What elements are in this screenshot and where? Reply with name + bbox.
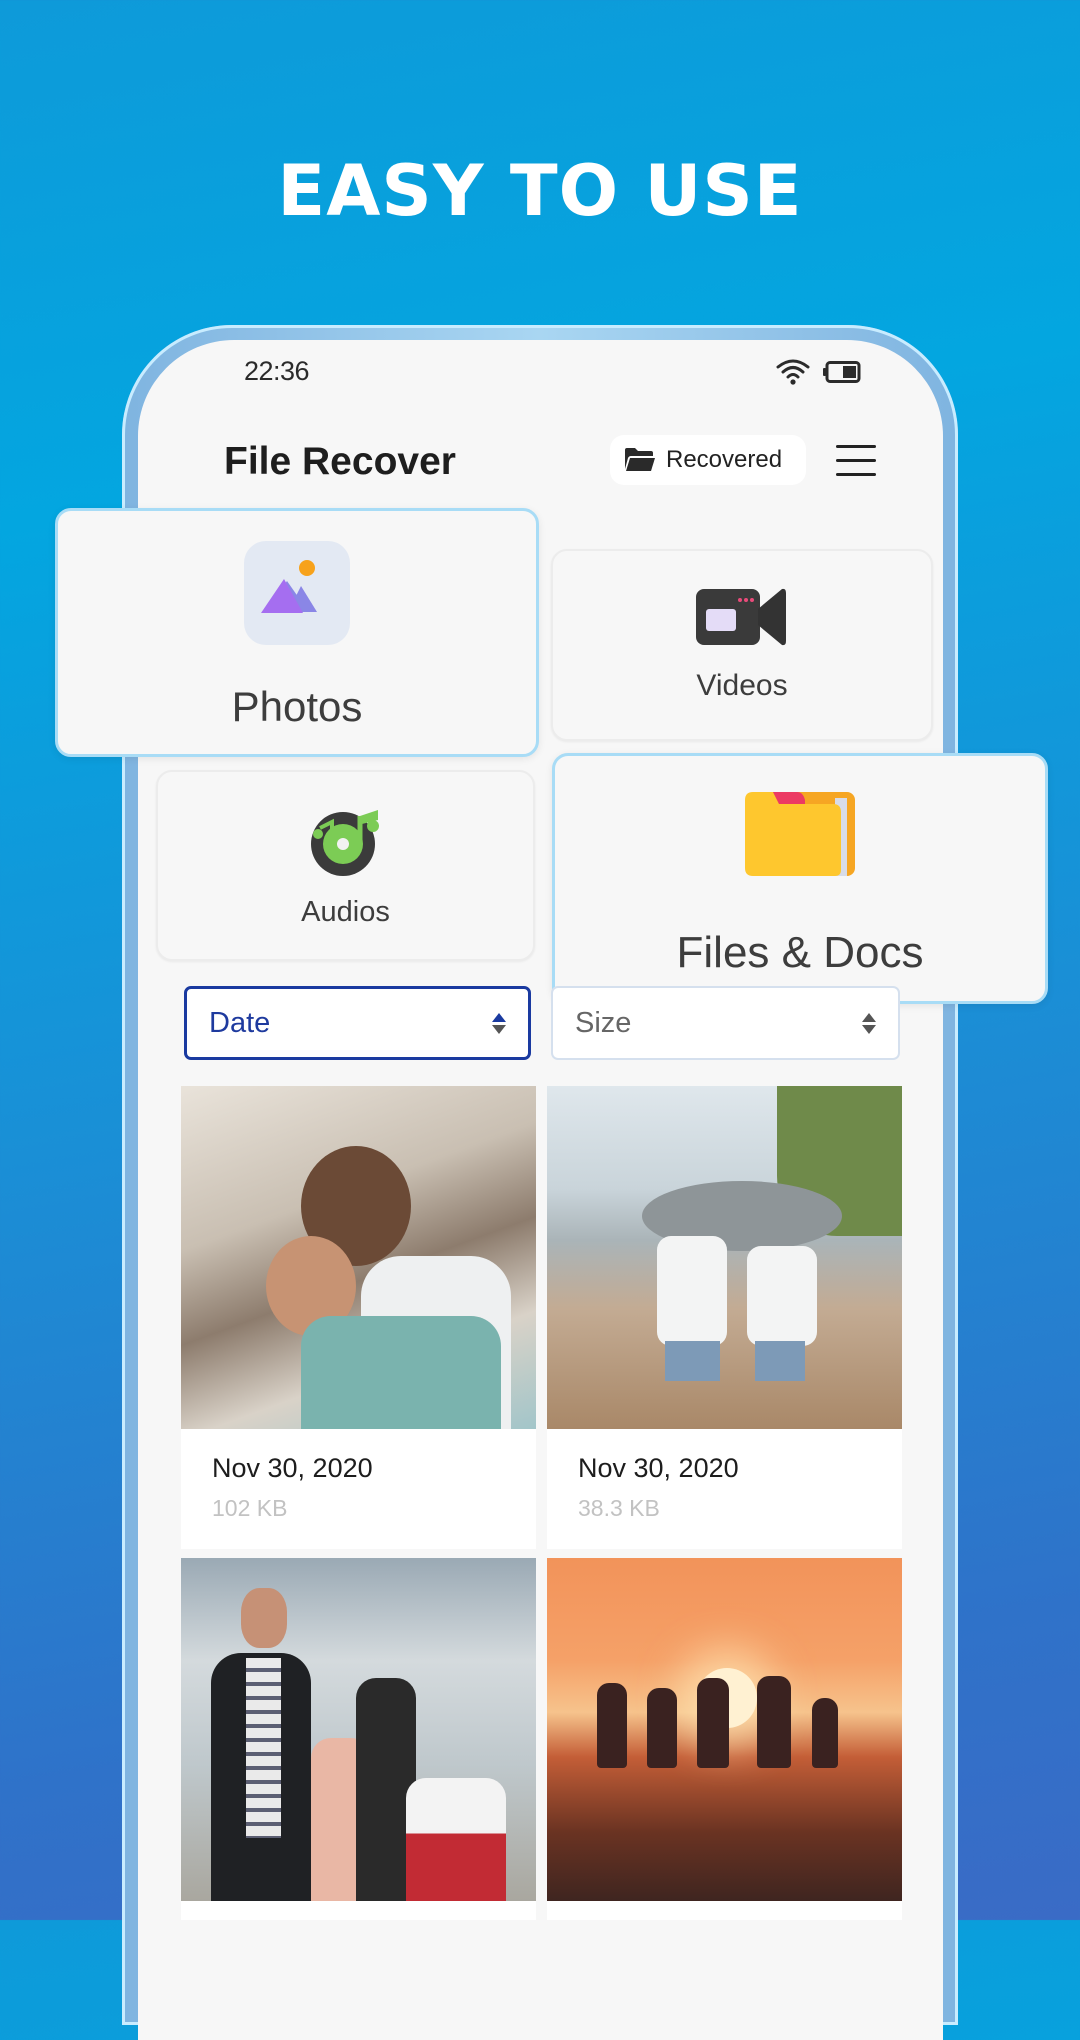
photo-item[interactable]: Nov 30, 2020 102 KB (181, 1086, 536, 1549)
select-value: Size (575, 1006, 632, 1039)
status-time: 22:36 (244, 356, 310, 386)
headline: EASY TO USE (277, 150, 803, 232)
photo-thumbnail (547, 1558, 902, 1901)
folder-icon (745, 792, 855, 876)
photo-item[interactable] (547, 1558, 902, 1920)
photo-date: Nov 30, 2020 (578, 1453, 739, 1483)
photo-thumbnail (181, 1558, 536, 1901)
sort-arrows-icon (492, 1012, 506, 1034)
category-label: Photos (231, 683, 363, 730)
photo-size: 38.3 KB (578, 1495, 660, 1521)
photo-landscape-icon (244, 541, 350, 645)
video-camera-icon (696, 588, 786, 646)
photo-date: Nov 30, 2020 (212, 1453, 373, 1483)
category-files-docs[interactable]: Files & Docs (552, 753, 1048, 1004)
category-photos[interactable]: Photos (55, 508, 539, 757)
select-value: Date (209, 1006, 271, 1039)
category-label: Audios (301, 896, 390, 928)
photo-item[interactable] (181, 1558, 536, 1920)
hamburger-menu-icon[interactable] (836, 443, 876, 477)
folder-open-icon (625, 448, 655, 471)
category-label: Files & Docs (676, 928, 924, 977)
recovered-label: Recovered (666, 446, 783, 473)
category-audios[interactable]: Audios (156, 770, 535, 961)
app-title: File Recover (224, 440, 456, 483)
photo-item[interactable]: Nov 30, 2020 38.3 KB (547, 1086, 902, 1549)
photo-thumbnail (547, 1086, 902, 1429)
wifi-icon (776, 359, 810, 385)
battery-icon (823, 361, 861, 383)
music-disc-icon (310, 810, 379, 876)
sort-by-date-select[interactable]: Date (184, 986, 531, 1060)
category-label: Videos (696, 669, 788, 702)
recovered-button[interactable]: Recovered (610, 435, 806, 485)
category-videos[interactable]: Videos (551, 549, 933, 741)
photo-size: 102 KB (212, 1495, 288, 1521)
photo-thumbnail (181, 1086, 536, 1429)
sort-by-size-select[interactable]: Size (551, 986, 900, 1060)
sort-arrows-icon (862, 1012, 876, 1034)
